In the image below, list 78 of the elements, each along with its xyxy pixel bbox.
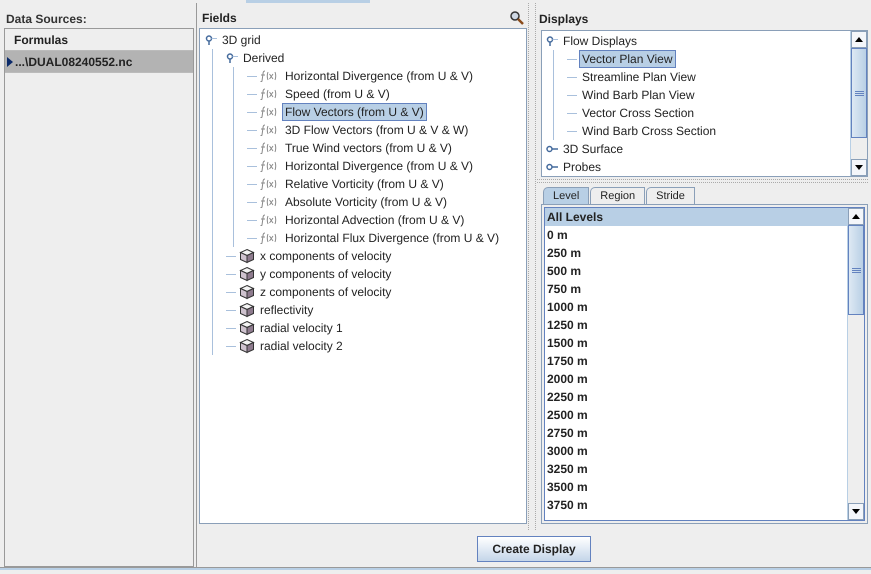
- data-source-item[interactable]: ...\DUAL08240552.nc: [5, 51, 193, 73]
- tree-item[interactable]: Flow Vectors (from U & V): [283, 104, 426, 120]
- tree-item[interactable]: Vector Cross Section: [580, 105, 696, 121]
- tree-item[interactable]: Vector Plan View: [580, 51, 674, 67]
- grip-icon: [852, 268, 860, 272]
- cube-icon: [239, 248, 255, 264]
- tree-item[interactable]: Absolute Vorticity (from U & V): [283, 194, 450, 210]
- level-item[interactable]: 2250 m: [545, 388, 847, 406]
- tree-item[interactable]: Streamline Plan View: [580, 69, 698, 85]
- level-item[interactable]: All Levels: [545, 208, 847, 226]
- panel-title: Displays: [538, 11, 590, 28]
- tree-item[interactable]: Horizontal Flux Divergence (from U & V): [283, 230, 502, 246]
- scroll-down-button[interactable]: [848, 503, 864, 520]
- tab[interactable]: Level: [543, 187, 590, 204]
- scroll-down-button[interactable]: [851, 159, 867, 176]
- level-item[interactable]: 2750 m: [545, 424, 847, 442]
- tree-item[interactable]: Horizontal Divergence (from U & V): [283, 158, 476, 174]
- tree-item[interactable]: Horizontal Advection (from U & V): [283, 212, 466, 228]
- level-item[interactable]: 3000 m: [545, 442, 847, 460]
- level-item[interactable]: 3250 m: [545, 460, 847, 478]
- tree-item[interactable]: 3D Surface: [561, 141, 626, 157]
- tree-item[interactable]: z components of velocity: [258, 284, 394, 300]
- level-item[interactable]: 750 m: [545, 280, 847, 298]
- up-arrow-icon: [855, 37, 863, 42]
- tree-item[interactable]: Wind Barb Cross Section: [580, 123, 718, 139]
- down-arrow-icon: [852, 509, 860, 514]
- tree-item[interactable]: Relative Vorticity (from U & V): [283, 176, 446, 192]
- tree-item[interactable]: Flow Displays: [561, 33, 640, 49]
- level-item[interactable]: 1000 m: [545, 298, 847, 316]
- tree-item[interactable]: Derived: [241, 50, 286, 66]
- cube-icon: [239, 338, 255, 354]
- cube-icon: [239, 284, 255, 300]
- level-item[interactable]: 3500 m: [545, 478, 847, 496]
- collapsed-handle-icon[interactable]: [546, 144, 558, 154]
- expanded-handle-icon[interactable]: [226, 53, 238, 63]
- arrow-icon: [7, 56, 13, 66]
- grip-icon: [854, 90, 864, 96]
- level-item[interactable]: 1250 m: [545, 316, 847, 334]
- cube-icon: [239, 320, 255, 336]
- expanded-handle-icon[interactable]: [205, 35, 217, 45]
- tab[interactable]: Stride: [646, 187, 695, 204]
- panel-title: Data Sources:: [5, 11, 88, 28]
- search-icon[interactable]: [510, 11, 524, 25]
- tree-item[interactable]: Horizontal Divergence (from U & V): [283, 68, 476, 84]
- tree-item[interactable]: Probes: [561, 159, 604, 175]
- down-arrow-icon: [855, 165, 863, 170]
- scroll-thumb[interactable]: [848, 225, 864, 315]
- tree-item[interactable]: Wind Barb Plan View: [580, 87, 696, 103]
- level-item[interactable]: 1500 m: [545, 334, 847, 352]
- tree-item[interactable]: Speed (from U & V): [283, 86, 392, 102]
- level-item[interactable]: 2000 m: [545, 370, 847, 388]
- tree-item[interactable]: radial velocity 2: [258, 338, 345, 354]
- tree-item[interactable]: y components of velocity: [258, 266, 394, 282]
- level-item[interactable]: 0 m: [545, 226, 847, 244]
- level-item[interactable]: 3750 m: [545, 496, 847, 514]
- level-item[interactable]: 250 m: [545, 244, 847, 262]
- level-item[interactable]: 2500 m: [545, 406, 847, 424]
- cube-icon: [239, 302, 255, 318]
- tree-item[interactable]: 3D grid: [220, 32, 263, 48]
- scrollbar[interactable]: [847, 208, 864, 520]
- tab[interactable]: Region: [590, 187, 646, 204]
- up-arrow-icon: [852, 214, 860, 219]
- collapsed-handle-icon[interactable]: [546, 162, 558, 172]
- scroll-thumb[interactable]: [851, 48, 867, 138]
- tree-item[interactable]: 3D Flow Vectors (from U & V & W): [283, 122, 470, 138]
- panel-title: Fields: [202, 10, 237, 27]
- tree-item[interactable]: x components of velocity: [258, 248, 394, 264]
- tree-item[interactable]: True Wind vectors (from U & V): [283, 140, 454, 156]
- scroll-up-button[interactable]: [851, 31, 867, 48]
- tree-item[interactable]: reflectivity: [258, 302, 316, 318]
- tree-item[interactable]: radial velocity 1: [258, 320, 345, 336]
- create-display-button[interactable]: Create Display: [477, 536, 591, 562]
- level-item[interactable]: 500 m: [545, 262, 847, 280]
- scroll-up-button[interactable]: [848, 208, 864, 225]
- scrollbar[interactable]: [850, 31, 867, 176]
- cube-icon: [239, 266, 255, 282]
- level-item[interactable]: 1750 m: [545, 352, 847, 370]
- expanded-handle-icon[interactable]: [546, 36, 558, 46]
